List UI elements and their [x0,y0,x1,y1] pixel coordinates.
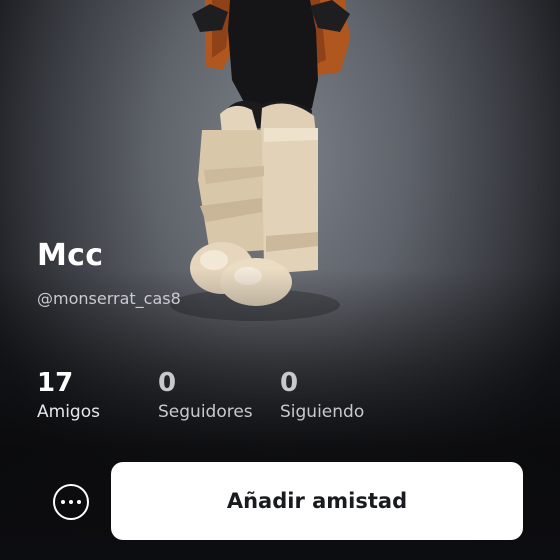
stat-followers-label: Seguidores [158,402,253,422]
more-dot [69,500,73,504]
display-name: Mcc [37,238,104,273]
stat-friends[interactable]: 17 Amigos [37,366,100,422]
add-friend-button[interactable]: Añadir amistad [111,462,523,540]
stat-friends-label: Amigos [37,402,100,422]
username: @monserrat_cas8 [37,289,181,308]
stat-following-count: 0 [280,368,299,398]
stat-following[interactable]: 0 Siguiendo [280,366,364,422]
more-options-button[interactable] [53,484,89,520]
more-horizontal-icon [61,500,65,504]
stat-followers[interactable]: 0 Seguidores [158,366,253,422]
more-dot [77,500,81,504]
stat-friends-count: 17 [37,368,74,398]
stat-following-label: Siguiendo [280,402,365,422]
stat-followers-count: 0 [158,368,177,398]
